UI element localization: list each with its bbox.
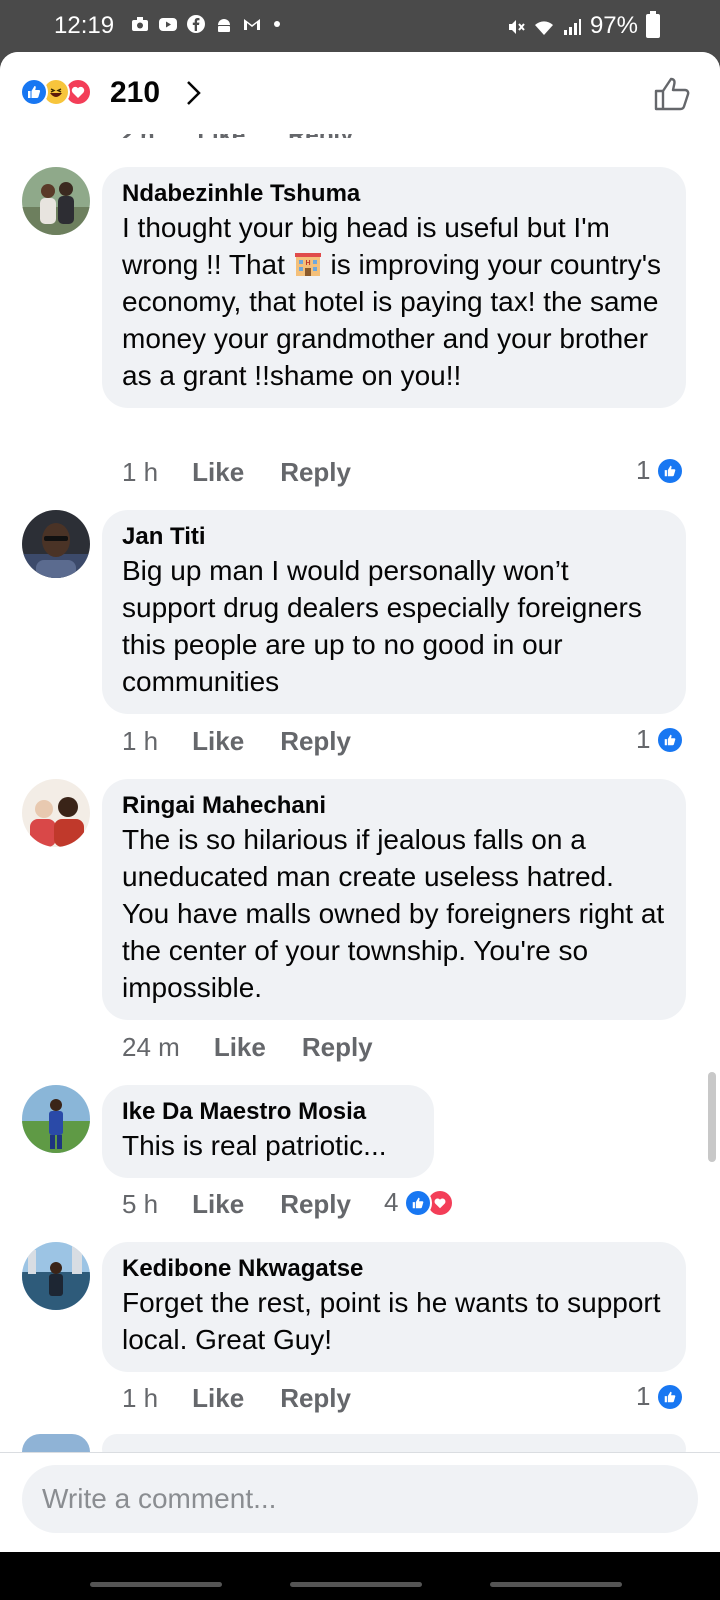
reply-action[interactable]: Reply: [302, 1032, 373, 1063]
like-action[interactable]: Like: [214, 1032, 266, 1063]
like-reaction-icon: [656, 1382, 685, 1411]
comment-reactions[interactable]: 1: [636, 455, 685, 486]
avatar[interactable]: [22, 779, 90, 847]
signal-icon: [562, 16, 582, 36]
avatar[interactable]: [22, 1434, 90, 1452]
reaction-count: 4: [384, 1187, 399, 1217]
comment-time: 24 m: [122, 1032, 180, 1062]
comment-time: 1 h: [122, 726, 159, 756]
reaction-count: 1: [636, 455, 651, 485]
comment-actions: 5 h Like Reply: [122, 1189, 387, 1220]
home-button[interactable]: [290, 1582, 422, 1587]
facebook-icon: [186, 14, 206, 34]
comment-text: The is so hilarious if jealous falls on …: [122, 824, 665, 1003]
reactions-header: 210: [0, 52, 720, 134]
notification-dot: [274, 21, 280, 27]
chevron-right-icon[interactable]: [180, 78, 206, 108]
reaction-count[interactable]: 210: [110, 76, 160, 110]
comment-actions: 24 m Like Reply: [122, 1032, 409, 1063]
reply-action[interactable]: Reply: [280, 1189, 351, 1220]
comments-sheet: 210 2 h Like Reply Ndabezinhle Tshuma I …: [0, 52, 720, 1552]
comment-text: Big up man I would personally won’t supp…: [122, 555, 642, 697]
comment-text: This is real patriotic...: [122, 1130, 387, 1161]
comment-text: I thought your big head is useful but I'…: [122, 212, 662, 391]
scrollbar[interactable]: [708, 1072, 716, 1162]
like-action[interactable]: Like: [192, 1189, 244, 1220]
reply-action[interactable]: Reply: [280, 726, 351, 757]
comment-input[interactable]: [22, 1465, 698, 1533]
battery-percent: 97%: [589, 12, 638, 39]
comment-actions: 1 h Like Reply: [122, 457, 387, 488]
recent-apps-button[interactable]: [90, 1582, 222, 1587]
avatar[interactable]: [22, 167, 90, 235]
gmail-icon: [242, 14, 262, 34]
like-reaction-icon: [20, 78, 48, 106]
comment-time: 1 h: [122, 1383, 159, 1413]
like-reaction-icon: [404, 1188, 433, 1217]
comment-author[interactable]: Jan Titi: [122, 522, 666, 552]
comment-bubble[interactable]: Ndabezinhle Tshuma I thought your big he…: [102, 167, 686, 408]
system-nav-bar: [0, 1552, 720, 1600]
comment-actions: 1 h Like Reply: [122, 726, 387, 757]
avatar[interactable]: [22, 510, 90, 578]
comment-author[interactable]: Ike Da Maestro Mosia: [122, 1097, 414, 1127]
like-reaction-icon: [656, 725, 685, 754]
comment-bubble[interactable]: Ike Da Maestro Mosia This is real patrio…: [102, 1085, 434, 1178]
battery-icon: [646, 11, 660, 38]
status-time: 12:19: [54, 12, 115, 39]
comment-time: 1 h: [122, 457, 159, 487]
reaction-count: 1: [636, 724, 651, 754]
thumbs-up-outline-icon[interactable]: [652, 74, 692, 114]
camera-icon: [130, 14, 150, 34]
comment-bubble[interactable]: Jan Titi Big up man I would personally w…: [102, 510, 686, 714]
comment-reactions[interactable]: 1: [636, 1381, 685, 1412]
hotel-emoji-icon: H: [293, 248, 323, 278]
comment-text: Forget the rest, point is he wants to su…: [122, 1287, 661, 1355]
comment-author[interactable]: Ndabezinhle Tshuma: [122, 179, 666, 209]
back-button[interactable]: [490, 1582, 622, 1587]
youtube-icon: [158, 14, 178, 34]
comment-time: 5 h: [122, 1189, 159, 1219]
comment-bubble[interactable]: Ringai Mahechani The is so hilarious if …: [102, 779, 686, 1020]
like-reaction-icon: [656, 456, 685, 485]
like-action[interactable]: Like: [192, 1383, 244, 1414]
comment-actions: 1 h Like Reply: [122, 1383, 387, 1414]
comment-reactions[interactable]: 4: [384, 1187, 455, 1218]
comment-composer: [0, 1452, 720, 1552]
svg-text:H: H: [305, 260, 310, 267]
mute-icon: [506, 16, 526, 36]
reaction-summary[interactable]: [20, 78, 92, 106]
comment-reactions[interactable]: 1: [636, 724, 685, 755]
reaction-count: 1: [636, 1381, 651, 1411]
reply-action[interactable]: Reply: [280, 1383, 351, 1414]
avatar[interactable]: [22, 1242, 90, 1310]
android-icon: [214, 14, 234, 34]
notification-icons: [130, 14, 280, 34]
comment-author[interactable]: Ringai Mahechani: [122, 791, 666, 821]
wifi-icon: [534, 16, 554, 36]
reply-action[interactable]: Reply: [280, 457, 351, 488]
comment-author[interactable]: Kedibone Nkwagatse: [122, 1254, 666, 1284]
like-action[interactable]: Like: [192, 726, 244, 757]
status-bar: 12:19 97%: [0, 0, 720, 52]
comment-bubble[interactable]: Kedibone Nkwagatse Forget the rest, poin…: [102, 1242, 686, 1372]
avatar[interactable]: [22, 1085, 90, 1153]
system-status: 97%: [506, 11, 660, 40]
like-action[interactable]: Like: [192, 457, 244, 488]
